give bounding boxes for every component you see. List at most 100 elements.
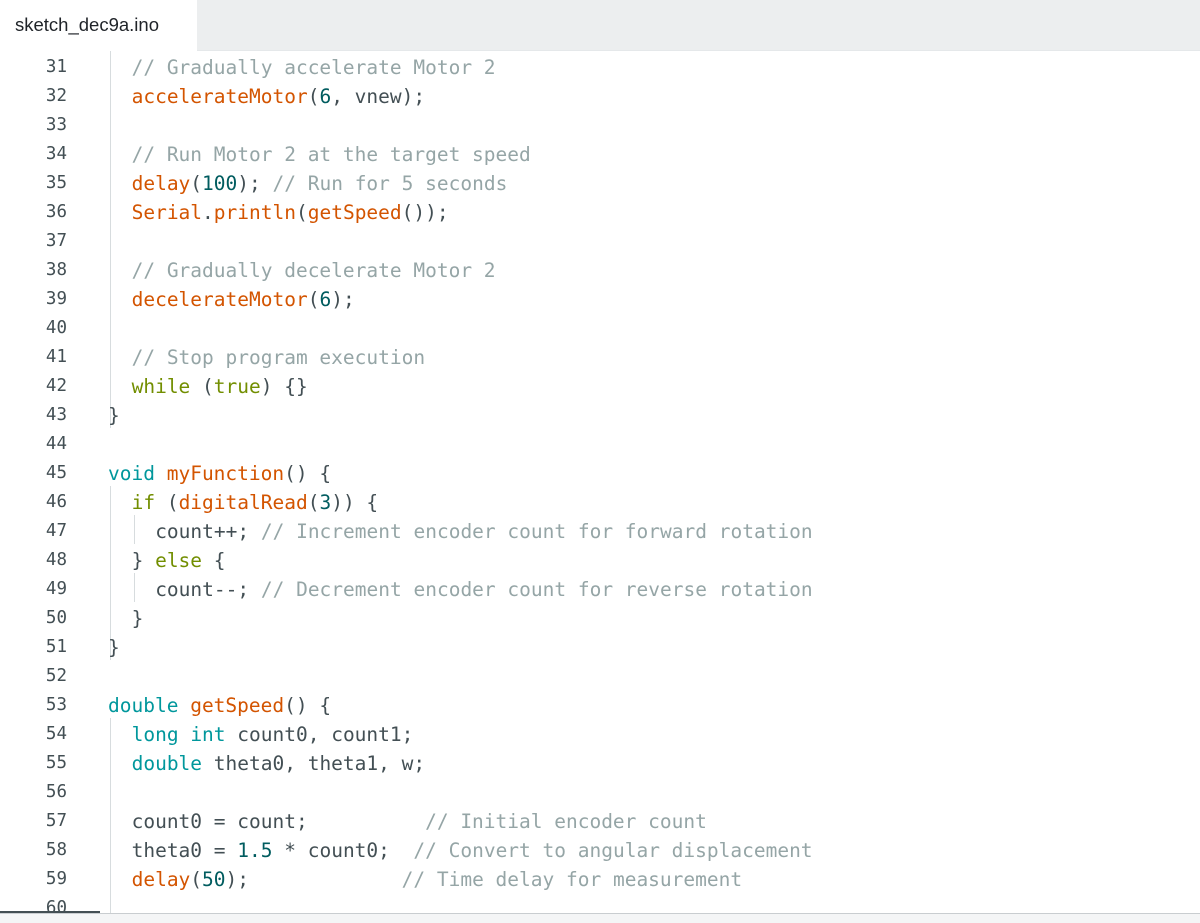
code-text: count--; // Decrement encoder count for … — [155, 575, 812, 604]
code-line[interactable]: 37 — [0, 227, 1200, 256]
code-line[interactable]: 48} else { — [0, 546, 1200, 575]
code-line[interactable]: 31 // Gradually accelerate Motor 2 — [0, 53, 1200, 82]
code-token: () { — [284, 462, 332, 485]
code-line[interactable]: 54 long int count0, count1; — [0, 720, 1200, 749]
line-number: 36 — [45, 202, 67, 222]
tab-label: sketch_dec9a.ino — [15, 14, 159, 35]
code-token: // Stop program execution — [131, 346, 426, 369]
code-token: 50 — [202, 868, 226, 891]
line-number: 44 — [45, 434, 67, 454]
code-text: Serial.println(getSpeed()); — [132, 198, 449, 227]
code-token: 6 — [319, 288, 332, 311]
line-number: 51 — [45, 637, 67, 657]
code-token: theta0, theta1, w; — [202, 752, 426, 775]
line-number: 38 — [45, 260, 67, 280]
code-token: ( — [307, 288, 320, 311]
line-number: 49 — [45, 579, 67, 599]
line-number: 39 — [45, 289, 67, 309]
code-line[interactable]: 56 — [0, 778, 1200, 807]
line-number: 43 — [45, 405, 67, 425]
tab-sketch-file[interactable]: sketch_dec9a.ino — [0, 0, 197, 51]
code-token: ( — [307, 85, 320, 108]
line-number: 48 — [45, 550, 67, 570]
code-token: ) {} — [260, 375, 308, 398]
code-line[interactable]: 41 // Stop program execution — [0, 343, 1200, 372]
code-line[interactable]: 57 count0 = count; // Initial encoder cou… — [0, 807, 1200, 836]
code-token: // Convert to angular displacement — [413, 839, 813, 862]
code-token: ( — [155, 491, 179, 514]
code-token: double — [108, 694, 179, 717]
code-line[interactable]: 33 — [0, 111, 1200, 140]
code-text: void myFunction() { — [108, 459, 331, 488]
code-line[interactable]: 60 — [0, 894, 1200, 913]
code-line[interactable]: 50} — [0, 604, 1200, 633]
code-line[interactable]: 32 accelerateMotor(6, vnew); — [0, 82, 1200, 111]
line-number: 35 — [45, 173, 67, 193]
code-token: ( — [190, 868, 203, 891]
code-line[interactable]: 53 double getSpeed() { — [0, 691, 1200, 720]
code-token: int — [190, 723, 226, 746]
code-line[interactable]: 59 delay(50); // Time delay for measureme… — [0, 865, 1200, 894]
line-number: 33 — [45, 115, 67, 135]
code-line[interactable]: 46 if (digitalRead(3)) { — [0, 488, 1200, 517]
code-text: theta0 = 1.5 * count0; // Convert to ang… — [132, 836, 813, 865]
code-text: // Run Motor 2 at the target speed — [132, 140, 531, 169]
code-line[interactable]: 47 count++; // Increment encoder count fo… — [0, 517, 1200, 546]
code-token: getSpeed — [307, 201, 402, 224]
code-text: if (digitalRead(3)) { — [132, 488, 379, 517]
code-line[interactable]: 35 delay(100); // Run for 5 seconds — [0, 169, 1200, 198]
code-text: } — [132, 604, 144, 633]
line-number: 58 — [45, 840, 67, 860]
code-line[interactable]: 58 theta0 = 1.5 * count0; // Convert to a… — [0, 836, 1200, 865]
code-token: digitalRead — [178, 491, 308, 514]
code-token: Serial — [131, 201, 203, 224]
code-token: long — [131, 723, 179, 746]
code-token: { — [202, 549, 226, 572]
code-line[interactable]: 42 while (true) {} — [0, 372, 1200, 401]
code-text: count0 = count; // Initial encoder count — [132, 807, 707, 836]
line-number: 47 — [45, 521, 67, 541]
line-number: 54 — [45, 724, 67, 744]
code-token: double — [131, 752, 203, 775]
line-number: 31 — [45, 57, 67, 77]
line-number: 50 — [45, 608, 67, 628]
code-token: } — [131, 607, 144, 630]
code-line[interactable]: 38 // Gradually decelerate Motor 2 — [0, 256, 1200, 285]
code-line[interactable]: 49 count--; // Decrement encoder count fo… — [0, 575, 1200, 604]
code-line[interactable]: 45 void myFunction() { — [0, 459, 1200, 488]
code-text: decelerateMotor(6); — [132, 285, 355, 314]
code-token: 100 — [202, 172, 238, 195]
line-number: 53 — [45, 695, 67, 715]
line-number: 37 — [45, 231, 67, 251]
code-token: void — [108, 462, 155, 485]
code-line[interactable]: 43} — [0, 401, 1200, 430]
code-token: count0, count1; — [225, 723, 414, 746]
code-token: // Initial encoder count — [425, 810, 707, 833]
code-line[interactable]: 44 — [0, 430, 1200, 459]
code-editor[interactable]: 31 // Gradually accelerate Motor 2 32 accel… — [0, 51, 1200, 913]
code-token: // Increment encoder count for forward r… — [260, 520, 813, 543]
code-token: delay — [131, 172, 191, 195]
code-token: // Run Motor 2 at the target speed — [131, 143, 531, 166]
code-line[interactable]: 36 Serial.println(getSpeed()); — [0, 198, 1200, 227]
code-token: // Decrement encoder count for reverse r… — [260, 578, 813, 601]
code-line[interactable]: 55 double theta0, theta1, w; — [0, 749, 1200, 778]
code-token: . — [202, 201, 214, 224]
code-token: ( — [307, 491, 320, 514]
code-token: 6 — [319, 85, 332, 108]
code-token: } — [108, 636, 120, 659]
code-line[interactable]: 39 decelerateMotor(6); — [0, 285, 1200, 314]
line-number: 59 — [45, 869, 67, 889]
line-number: 42 — [45, 376, 67, 396]
code-line[interactable]: 34 // Run Motor 2 at the target speed — [0, 140, 1200, 169]
code-line[interactable]: 40 — [0, 314, 1200, 343]
code-line[interactable]: 51} — [0, 633, 1200, 662]
code-token: true — [213, 375, 261, 398]
code-token: // Gradually accelerate Motor 2 — [131, 56, 496, 79]
code-line[interactable]: 52 — [0, 662, 1200, 691]
editor-footer — [0, 914, 1200, 923]
code-token: * count0; — [272, 839, 414, 862]
code-text: // Gradually decelerate Motor 2 — [132, 256, 496, 285]
code-token: count0 = count; — [131, 810, 426, 833]
code-token: decelerateMotor — [131, 288, 308, 311]
